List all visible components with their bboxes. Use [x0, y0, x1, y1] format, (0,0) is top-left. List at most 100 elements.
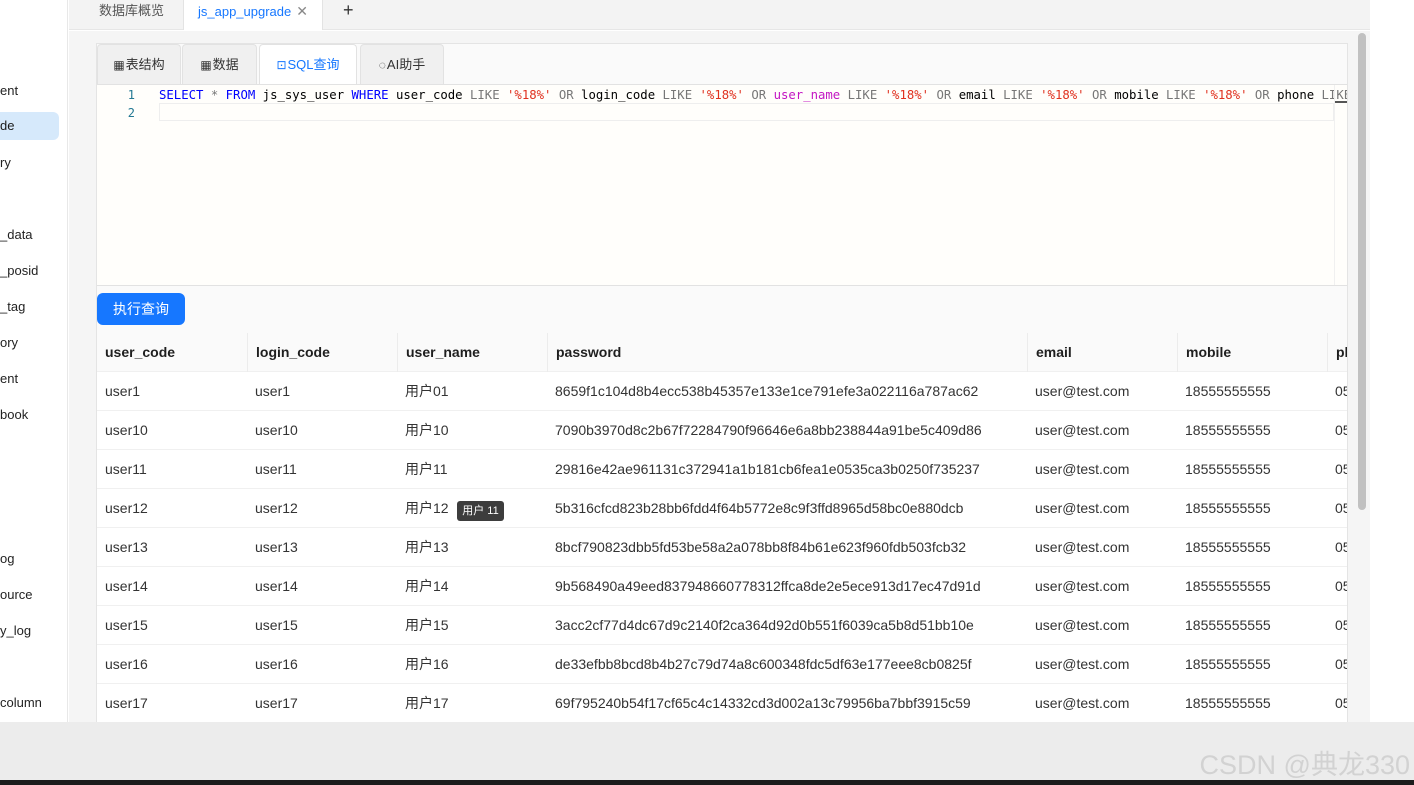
sidebar-item[interactable]: _tag: [0, 293, 25, 321]
table-cell[interactable]: 8bcf790823dbb5fd53be58a2a078bb8f84b61e62…: [547, 528, 1027, 567]
table-cell[interactable]: 05: [1327, 684, 1347, 722]
table-cell[interactable]: 18555555555: [1177, 606, 1327, 645]
table-cell[interactable]: 用户11: [397, 450, 547, 489]
table-cell[interactable]: user12: [97, 489, 247, 528]
table-row[interactable]: user15 user15 用户15 3acc2cf77d4dc67d9c2140f2…: [97, 606, 1347, 645]
table-cell[interactable]: user@test.com: [1027, 528, 1177, 567]
table-cell[interactable]: user17: [247, 684, 397, 722]
column-header-user-name[interactable]: user_name: [397, 333, 547, 372]
table-cell[interactable]: 用户16: [397, 645, 547, 684]
table-cell[interactable]: user17: [97, 684, 247, 722]
table-cell[interactable]: user14: [247, 567, 397, 606]
table-cell[interactable]: user@test.com: [1027, 567, 1177, 606]
table-cell[interactable]: 05: [1327, 450, 1347, 489]
table-cell[interactable]: 05: [1327, 489, 1347, 528]
table-cell[interactable]: 8659f1c104d8b4ecc538b45357e133e1ce791efe…: [547, 372, 1027, 411]
table-cell[interactable]: user@test.com: [1027, 606, 1177, 645]
table-cell[interactable]: 用户17: [397, 684, 547, 722]
sidebar-item[interactable]: book: [0, 401, 28, 429]
table-cell[interactable]: 05: [1327, 645, 1347, 684]
table-cell[interactable]: user@test.com: [1027, 684, 1177, 722]
tab-table-structure[interactable]: ▦表结构: [97, 44, 181, 84]
table-cell[interactable]: 05: [1327, 411, 1347, 450]
sidebar-item[interactable]: de: [0, 112, 59, 140]
table-cell[interactable]: 18555555555: [1177, 684, 1327, 722]
sidebar-item[interactable]: y_log: [0, 617, 31, 645]
sidebar-item[interactable]: ource: [0, 581, 33, 609]
column-header-mobile[interactable]: mobile: [1177, 333, 1327, 372]
sidebar-item[interactable]: _posid: [0, 257, 38, 285]
tab-sql-query[interactable]: ⊡SQL查询: [259, 44, 357, 84]
table-cell[interactable]: 18555555555: [1177, 411, 1327, 450]
editor-scrollbar[interactable]: [1334, 85, 1347, 285]
table-cell[interactable]: user10: [247, 411, 397, 450]
sidebar-item[interactable]: _data: [0, 221, 33, 249]
column-header-email[interactable]: email: [1027, 333, 1177, 372]
table-cell[interactable]: user@test.com: [1027, 489, 1177, 528]
table-cell[interactable]: 用户10: [397, 411, 547, 450]
table-cell[interactable]: 05: [1327, 606, 1347, 645]
table-cell[interactable]: 18555555555: [1177, 450, 1327, 489]
editor-scroll-thumb[interactable]: [1335, 101, 1347, 103]
table-cell[interactable]: user16: [97, 645, 247, 684]
table-cell[interactable]: 用户13: [397, 528, 547, 567]
sidebar-item[interactable]: og: [0, 545, 14, 573]
table-cell[interactable]: user15: [97, 606, 247, 645]
sidebar-item[interactable]: ory: [0, 329, 18, 357]
table-cell[interactable]: 69f795240b54f17cf65c4c14332cd3d002a13c79…: [547, 684, 1027, 722]
close-icon[interactable]: ✕: [296, 3, 308, 19]
table-cell[interactable]: user13: [97, 528, 247, 567]
table-cell[interactable]: user@test.com: [1027, 372, 1177, 411]
sidebar-item[interactable]: column: [0, 689, 42, 717]
sidebar-item[interactable]: ry: [0, 149, 11, 177]
table-cell[interactable]: user11: [247, 450, 397, 489]
sql-code-line[interactable]: SELECT * FROM js_sys_user WHERE user_cod…: [159, 88, 1347, 102]
table-cell[interactable]: 18555555555: [1177, 645, 1327, 684]
table-cell[interactable]: user11: [97, 450, 247, 489]
table-row[interactable]: user14 user14 用户14 9b568490a49eed8379486607…: [97, 567, 1347, 606]
tab-ai-assistant[interactable]: ◌AI助手: [360, 44, 444, 84]
column-header-password[interactable]: password: [547, 333, 1027, 372]
table-cell[interactable]: 18555555555: [1177, 528, 1327, 567]
table-cell[interactable]: de33efbb8bcd8b4b27c79d74a8c600348fdc5df6…: [547, 645, 1027, 684]
table-cell[interactable]: 05: [1327, 528, 1347, 567]
table-cell[interactable]: 用户01: [397, 372, 547, 411]
main-scroll-thumb[interactable]: [1358, 33, 1366, 510]
tab-js-app-upgrade[interactable]: js_app_upgrade ✕: [183, 0, 323, 30]
table-cell[interactable]: 18555555555: [1177, 372, 1327, 411]
table-cell[interactable]: user1: [97, 372, 247, 411]
table-cell[interactable]: 18555555555: [1177, 567, 1327, 606]
table-cell[interactable]: 3acc2cf77d4dc67d9c2140f2ca364d92d0b551f6…: [547, 606, 1027, 645]
table-cell[interactable]: user14: [97, 567, 247, 606]
table-cell[interactable]: 用户14: [397, 567, 547, 606]
table-cell[interactable]: 9b568490a49eed837948660778312ffca8de2e5e…: [547, 567, 1027, 606]
tab-database-overview[interactable]: 数据库概览: [85, 0, 178, 30]
column-header-user-code[interactable]: user_code: [97, 333, 247, 372]
table-cell[interactable]: 7090b3970d8c2b67f72284790f96646e6a8bb238…: [547, 411, 1027, 450]
table-cell[interactable]: user1: [247, 372, 397, 411]
table-cell[interactable]: user@test.com: [1027, 645, 1177, 684]
table-cell[interactable]: 29816e42ae961131c372941a1b181cb6fea1e053…: [547, 450, 1027, 489]
sidebar-item[interactable]: ent: [0, 77, 18, 105]
table-row[interactable]: user13 user13 用户13 8bcf790823dbb5fd53be58a2…: [97, 528, 1347, 567]
table-cell[interactable]: user16: [247, 645, 397, 684]
column-header-phone[interactable]: phone: [1327, 333, 1347, 372]
table-row[interactable]: user16 user16 用户16 de33efbb8bcd8b4b27c79d74…: [97, 645, 1347, 684]
table-cell[interactable]: user@test.com: [1027, 450, 1177, 489]
table-row[interactable]: user12 user12 用户12 5b316cfcd823b28bb6fdd4f6…: [97, 489, 1347, 528]
column-header-login-code[interactable]: login_code: [247, 333, 397, 372]
table-cell[interactable]: user12: [247, 489, 397, 528]
table-cell[interactable]: user13: [247, 528, 397, 567]
add-tab-button[interactable]: +: [343, 0, 354, 22]
tab-data[interactable]: ▦数据: [182, 44, 257, 84]
table-cell[interactable]: user10: [97, 411, 247, 450]
main-scrollbar[interactable]: [1358, 31, 1366, 722]
run-query-button[interactable]: 执行查询: [97, 293, 185, 325]
table-cell[interactable]: 18555555555: [1177, 489, 1327, 528]
table-cell[interactable]: user15: [247, 606, 397, 645]
table-cell[interactable]: user@test.com: [1027, 411, 1177, 450]
table-cell[interactable]: 05: [1327, 567, 1347, 606]
table-row[interactable]: user10 user10 用户10 7090b3970d8c2b67f7228479…: [97, 411, 1347, 450]
table-row[interactable]: user17 user17 用户17 69f795240b54f17cf65c4c14…: [97, 684, 1347, 722]
sidebar-item[interactable]: ent: [0, 365, 18, 393]
